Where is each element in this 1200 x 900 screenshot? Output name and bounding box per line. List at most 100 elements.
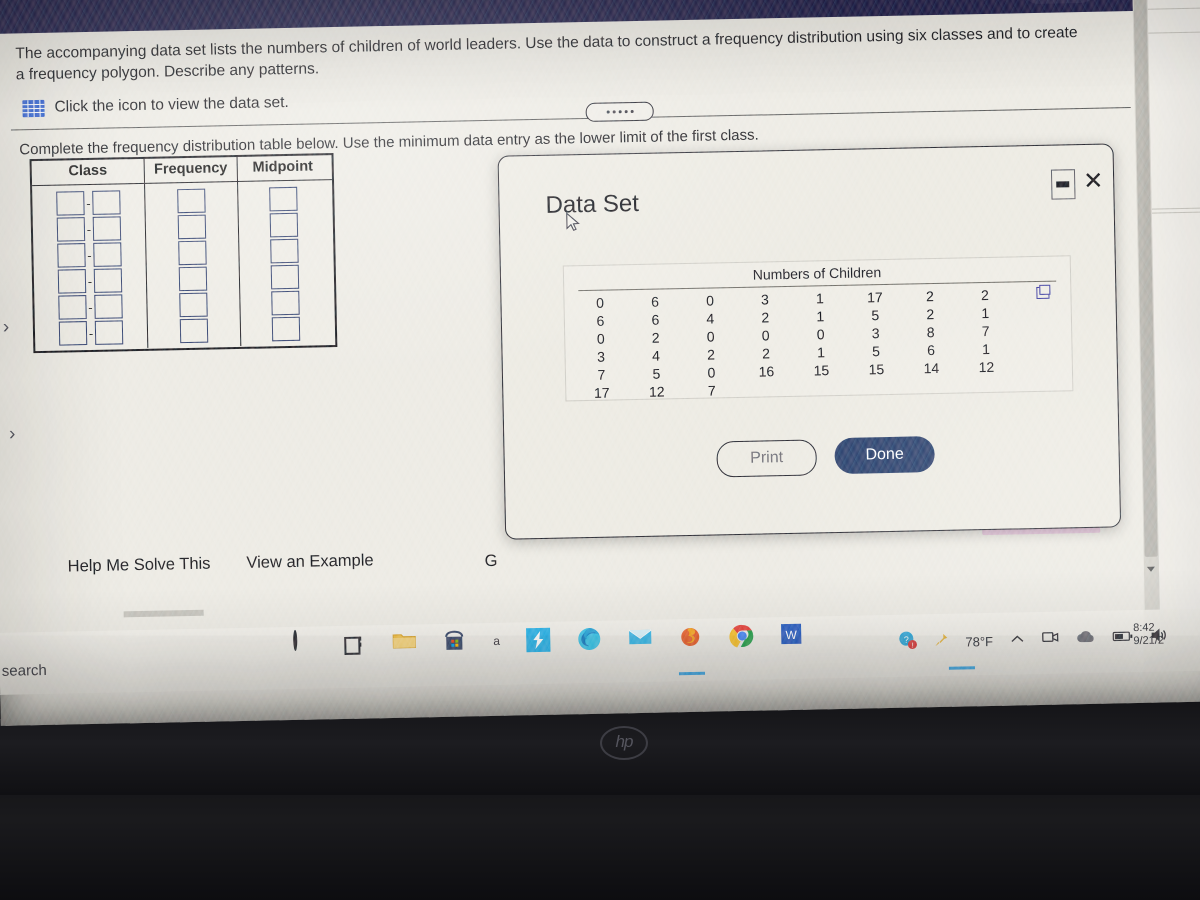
word-icon[interactable]: W [780,622,807,649]
data-cell [849,378,904,397]
data-cell: 2 [926,306,935,323]
table-row: - [35,319,147,347]
data-cell: 14 [923,359,940,377]
sidebar-expand-chevron-1[interactable]: › [3,317,10,339]
help-badge-icon[interactable]: ? ! [898,630,917,654]
hp-logo: hp [600,726,648,760]
midpoint-input[interactable] [269,212,299,238]
chrome-icon[interactable] [729,623,756,650]
amazon-a-icon[interactable]: a [493,634,500,648]
cortana-circle-icon[interactable] [293,629,320,658]
data-cell: 12 [648,383,665,400]
frequency-input[interactable] [179,292,208,318]
taskbar-clock[interactable]: 8:42 9/21/2 [1133,621,1164,648]
class-upper-input[interactable] [93,268,123,293]
done-button[interactable]: Done [834,436,935,475]
pin-icon[interactable] [934,632,948,651]
frequency-column [145,181,242,348]
data-cell: 0 [706,328,715,345]
close-icon[interactable]: ✕ [1083,168,1104,195]
data-cell: 7 [707,382,716,399]
class-lower-input[interactable] [56,191,85,216]
frequency-input[interactable] [177,188,206,214]
data-cell: 0 [707,364,716,381]
svg-text:W: W [785,628,797,642]
weather-temperature[interactable]: 78°F [965,633,993,649]
midpoint-input[interactable] [270,264,300,290]
data-cell: 15 [813,362,830,379]
class-lower-input[interactable] [57,269,87,294]
file-explorer-icon[interactable] [391,629,418,656]
midpoint-input[interactable] [269,186,298,212]
data-cell: 17 [593,384,610,401]
data-cell: 15 [868,361,885,378]
data-cell: 5 [871,343,881,360]
data-cell: 2 [761,309,770,326]
midpoint-input[interactable] [270,238,299,264]
class-lower-input[interactable] [58,321,88,346]
header-class: Class [31,158,146,186]
data-cell: 1 [981,304,990,322]
data-cell: 7 [981,322,990,340]
help-me-solve-this-link[interactable]: Help Me Solve This [68,555,211,577]
data-cell: 5 [871,307,880,324]
svg-text:!: ! [911,643,913,650]
data-cell: 0 [596,330,605,347]
data-cell: 3 [760,291,770,308]
class-range-dash: - [88,299,93,315]
frequency-input[interactable] [178,240,207,266]
class-lower-input[interactable] [58,295,87,320]
firefox-icon[interactable] [678,624,705,651]
frequency-input[interactable] [177,214,207,240]
data-set-table: Numbers of Children 0 6 0 3 1 17 2 2 6 6… [562,255,1074,402]
table-row: - [33,241,145,269]
class-upper-input[interactable] [94,294,123,319]
midpoint-column [238,180,331,346]
class-lower-input[interactable] [57,243,86,268]
meet-now-icon[interactable] [1041,630,1059,650]
class-upper-input[interactable] [94,320,124,345]
battery-icon[interactable] [1112,629,1133,647]
chevron-up-icon[interactable] [1010,631,1024,649]
scroll-down-arrow-icon[interactable] [1146,566,1156,572]
get-more-help-link[interactable]: G [485,552,498,571]
edge-icon[interactable] [576,626,603,653]
midpoint-input[interactable] [271,316,301,342]
table-row: - [34,293,146,321]
data-cell: 2 [651,329,660,346]
class-lower-input[interactable] [56,217,86,242]
data-cell: 1 [816,308,825,325]
system-tray: ? ! 78°F [898,625,1169,654]
class-upper-input[interactable] [93,242,122,267]
sidebar-expand-chevron-2[interactable]: › [9,424,16,446]
onedrive-cloud-icon[interactable] [1076,630,1095,648]
frequency-input[interactable] [178,266,208,292]
grid-table-icon[interactable] [22,99,45,117]
data-cell: 0 [705,292,715,309]
data-cell: 2 [762,345,771,362]
teams-icon[interactable] [525,627,552,654]
dialog-title: Data Set [545,189,640,219]
data-cell: 0 [816,326,825,343]
laptop-screen: of 22 points Points: 0 of 1 Save The acc… [0,0,1200,726]
midpoint-input[interactable] [271,290,300,316]
taskbar-search-input[interactable]: search [2,662,47,680]
task-view-icon[interactable] [344,635,366,655]
view-an-example-link[interactable]: View an Example [246,551,374,573]
table-row: - [33,215,145,243]
class-range-dash: - [86,195,91,211]
class-upper-input[interactable] [92,190,121,215]
frequency-input[interactable] [179,318,209,344]
class-upper-input[interactable] [92,216,122,241]
data-cell: 7 [597,366,606,383]
mail-icon[interactable] [627,625,654,652]
copy-icon[interactable] [1036,286,1050,299]
data-cell: 12 [978,358,995,376]
minimize-icon[interactable] [1050,169,1076,200]
laptop-photo: hp of 22 points Points: 0 of 1 Save [0,0,1200,900]
data-cell [794,379,849,398]
microsoft-store-icon[interactable] [442,628,469,655]
more-options-button[interactable] [585,101,654,122]
print-button[interactable]: Print [716,439,818,478]
clock-date: 9/21/2 [1133,634,1165,648]
